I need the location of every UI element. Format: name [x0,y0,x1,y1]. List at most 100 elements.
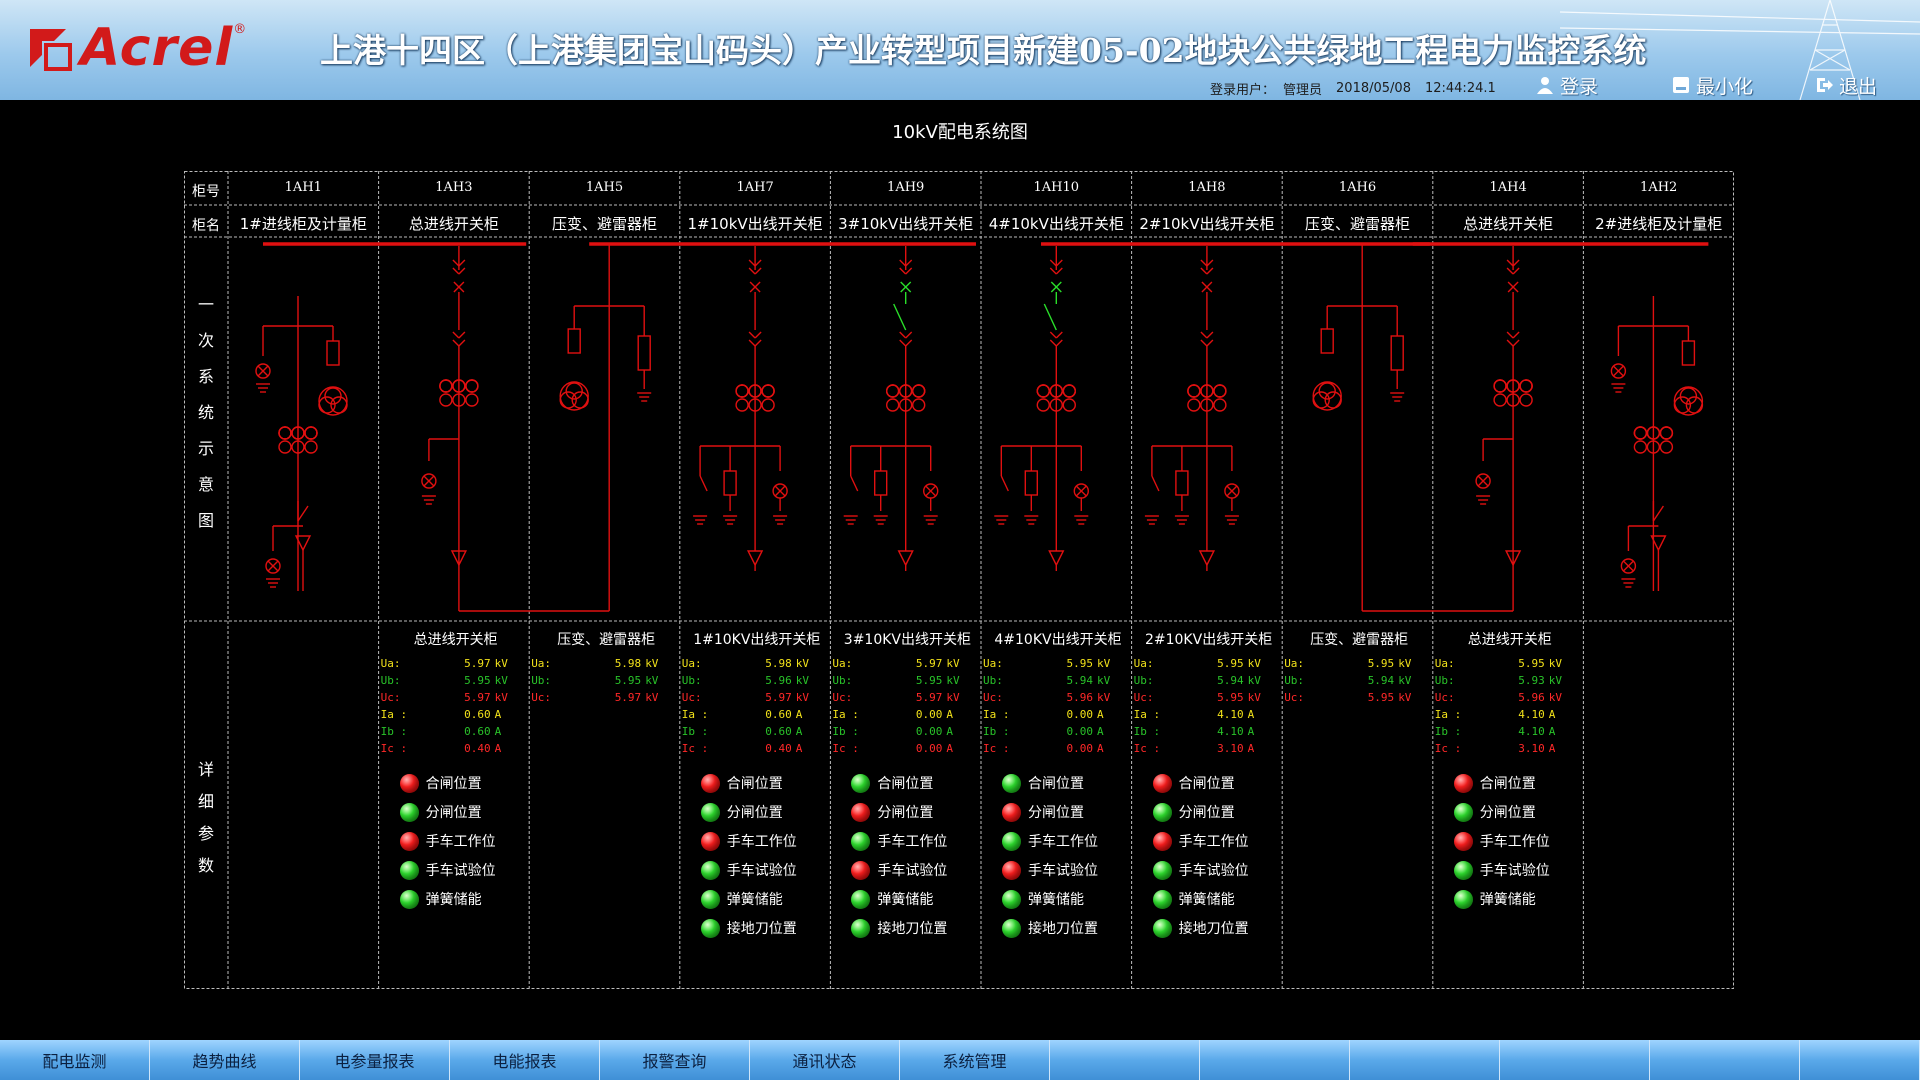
exit-button[interactable]: 退出 [1815,73,1877,98]
green-indicator-icon [700,860,720,880]
cabinet-name: 2#10kV出线开关柜 [1139,215,1275,233]
parameter-row: Ia : 4.10 A [1435,706,1585,723]
green-indicator-icon [399,802,419,822]
parameter-label: Uc: [1133,691,1154,704]
parameter-unit: A [494,708,502,721]
red-indicator-icon [399,831,419,851]
nav-button[interactable]: 系统管理 [900,1040,1050,1080]
status-item: 合闸位置 [1152,773,1249,793]
side-label-diagram-char: 系 [197,367,214,386]
nav-button-empty[interactable] [1200,1040,1350,1080]
parameter-label: Ub: [1434,674,1455,687]
status-item: 弹簧储能 [700,889,797,909]
parameter-unit: kV [1548,691,1563,704]
parameter-unit: kV [1398,657,1412,670]
status-label: 弹簧储能 [1479,892,1536,908]
parameter-unit: A [1247,742,1255,755]
nav-button[interactable]: 趋势曲线 [150,1040,300,1080]
panel-title: 3#10KV出线开关柜 [843,632,971,648]
red-indicator-icon [1453,773,1473,793]
parameter-label: Ua: [681,657,702,670]
status-item: 手车试验位 [851,860,947,880]
parameter-value: 5.97 [915,657,943,670]
page-title: 10kV配电系统图 [892,122,1028,143]
nav-button-empty[interactable] [1050,1040,1200,1080]
cabinet-parameter-panel: 2#10KV出线开关柜 Ua: 5.95 kV Ub: 5.94 kV Uc: 5.95 kV Ia… [1134,629,1284,757]
status-label: 接地刀位置 [726,921,797,937]
green-indicator-icon [1152,918,1172,938]
green-indicator-icon [1002,773,1021,793]
nav-button-empty[interactable] [1650,1040,1800,1080]
parameter-row: Ia : 0.60 A [381,706,531,723]
parameter-row: Ic : 3.10 A [1134,740,1284,757]
nav-button[interactable]: 报警查询 [600,1040,750,1080]
parameter-row: Ib : 0.60 A [381,723,531,740]
parameter-label: Ua: [1133,657,1154,670]
red-indicator-icon [1152,831,1172,851]
red-indicator-icon [700,773,720,793]
status-item: 接地刀位置 [1002,918,1098,938]
status-item: 手车工作位 [1453,831,1550,851]
parameter-row: Ub: 5.96 kV [682,672,832,689]
nav-button-empty[interactable] [1800,1040,1920,1080]
status-label: 手车工作位 [425,834,496,850]
parameter-label: Ib : [681,725,709,738]
parameter-unit: kV [795,674,810,687]
status-label: 手车工作位 [726,834,797,850]
parameter-row: Uc: 5.97 kV [832,689,982,706]
cabinet-parameter-panel: 4#10KV出线开关柜 Ua: 5.95 kV Ub: 5.94 kV Uc: 5.96 kV Ia… [983,629,1133,757]
cabinet-number: 1AH4 [1489,180,1527,195]
nav-button[interactable]: 电参量报表 [300,1040,450,1080]
parameter-row: Ic : 0.40 A [682,740,832,757]
nav-button[interactable]: 配电监测 [0,1040,150,1080]
parameter-label: Ub: [380,674,401,687]
parameter-value: 0.00 [915,742,943,755]
side-label-diagram-char: 次 [197,331,214,350]
switch-status-list: 合闸位置 分闸位置 手车工作位 手车试验位 弹簧储能 接地刀位置 [851,773,947,938]
parameter-value: 5.95 [915,674,943,687]
time-text: 12:44:24.1 [1424,80,1496,96]
row-label-cabinet-no: 柜号 [192,184,220,200]
login-button[interactable]: 登录 [1536,73,1598,98]
status-label: 手车试验位 [877,863,948,879]
cabinet-name: 4#10kV出线开关柜 [988,215,1124,233]
parameter-value: 5.97 [765,691,792,704]
nav-button-empty[interactable] [1350,1040,1500,1080]
parameter-value: 0.60 [464,708,491,721]
nav-button-empty[interactable] [1500,1040,1650,1080]
parameter-unit: A [795,708,803,721]
parameter-value: 5.95 [1217,691,1244,704]
parameter-unit: kV [494,674,508,687]
cabinet-number: 1AH2 [1640,180,1678,195]
parameter-label: Ua: [380,657,401,670]
parameter-value: 0.60 [765,708,792,721]
user-label-text: 登录用户： [1210,82,1276,98]
parameter-label: Ub: [1284,674,1305,687]
nav-button[interactable]: 电能报表 [450,1040,600,1080]
side-label-diagram-char: 统 [197,403,214,422]
side-label-details-char: 细 [197,792,214,811]
registered-mark: ® [233,22,247,37]
status-item: 合闸位置 [1002,773,1098,793]
status-item: 手车工作位 [700,831,797,851]
parameter-unit: kV [1398,691,1412,704]
parameter-row: Uc: 5.95 kV [1284,689,1434,706]
minimize-button[interactable]: 最小化 [1672,73,1753,98]
panel-title: 总进线开关柜 [1467,632,1552,648]
cabinet-number: 1AH8 [1188,180,1226,195]
status-label: 手车试验位 [1479,863,1550,879]
parameter-unit: A [795,742,803,755]
parameter-label: Ic : [380,742,408,755]
parameter-unit: kV [1548,657,1563,670]
date-text: 2018/05/08 [1336,80,1411,96]
parameter-label: Uc: [531,691,552,704]
parameter-label: Ib : [1133,725,1161,738]
parameter-label: Ub: [832,674,853,687]
nav-button[interactable]: 通讯状态 [750,1040,900,1080]
parameter-value: 5.94 [1217,674,1244,687]
status-label: 合闸位置 [425,776,482,792]
red-indicator-icon [700,831,720,851]
parameter-row: Uc: 5.97 kV [682,689,832,706]
parameter-value: 5.95 [1367,657,1395,670]
parameter-row: Ub: 5.95 kV [832,672,982,689]
